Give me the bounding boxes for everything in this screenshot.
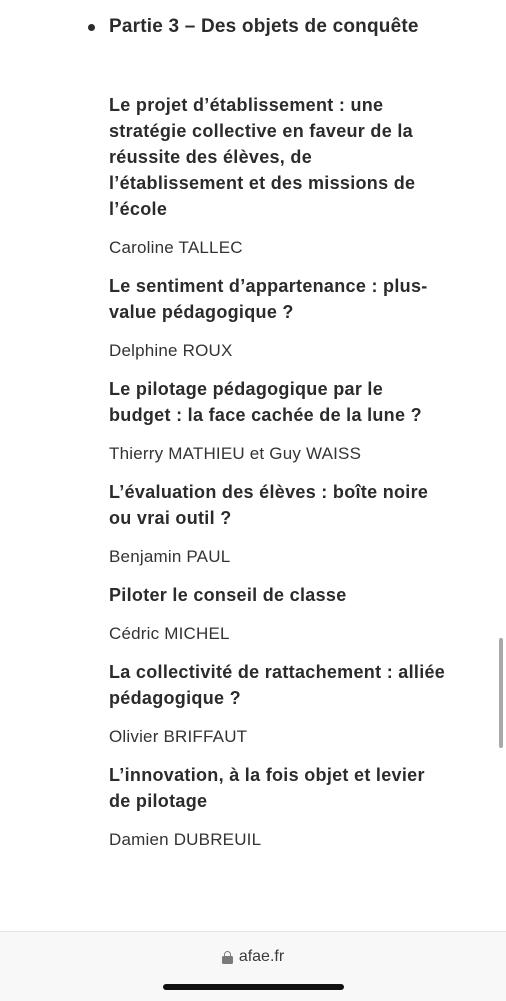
article-list: Le projet d’établissement : une stratégi… xyxy=(109,92,449,865)
list-item: Piloter le conseil de classe Cédric MICH… xyxy=(109,582,449,647)
article-author: Damien DUBREUIL xyxy=(109,830,262,849)
list-item: La collectivité de rattachement : alliée… xyxy=(109,659,449,750)
article-title[interactable]: L’innovation, à la fois objet et levier … xyxy=(109,762,449,814)
browser-bottom-bar: afae.fr xyxy=(0,931,506,1001)
article-title[interactable]: Piloter le conseil de classe xyxy=(109,582,449,608)
article-title[interactable]: L’évaluation des élèves : boîte noire ou… xyxy=(109,479,449,531)
part-heading: Partie 3 – Des objets de conquête xyxy=(88,14,419,40)
list-item: L’innovation, à la fois objet et levier … xyxy=(109,762,449,853)
list-item: L’évaluation des élèves : boîte noire ou… xyxy=(109,479,449,570)
article-title[interactable]: La collectivité de rattachement : alliée… xyxy=(109,659,449,711)
article-author: Delphine ROUX xyxy=(109,341,233,360)
article-author: Thierry MATHIEU et Guy WAISS xyxy=(109,444,362,463)
page-content: Partie 3 – Des objets de conquête Le pro… xyxy=(0,0,506,930)
list-item: Le sentiment d’appartenance : plus-value… xyxy=(109,273,449,364)
article-author: Cédric MICHEL xyxy=(109,624,230,643)
bullet-icon xyxy=(88,23,95,31)
part-heading-text: Partie 3 – Des objets de conquête xyxy=(109,16,419,37)
article-title[interactable]: Le projet d’établissement : une stratégi… xyxy=(109,92,449,222)
list-item: Le projet d’établissement : une stratégi… xyxy=(109,92,449,261)
address-bar[interactable]: afae.fr xyxy=(0,948,506,966)
article-author: Benjamin PAUL xyxy=(109,547,231,566)
list-item: Le pilotage pédagogique par le budget : … xyxy=(109,376,449,467)
address-text: afae.fr xyxy=(238,948,285,965)
article-author: Olivier BRIFFAUT xyxy=(109,727,248,746)
home-indicator[interactable] xyxy=(163,984,344,990)
article-title[interactable]: Le pilotage pédagogique par le budget : … xyxy=(109,376,449,428)
article-title[interactable]: Le sentiment d’appartenance : plus-value… xyxy=(109,273,449,325)
scrollbar[interactable] xyxy=(499,638,503,748)
lock-icon xyxy=(221,950,233,964)
article-author: Caroline TALLEC xyxy=(109,238,243,257)
